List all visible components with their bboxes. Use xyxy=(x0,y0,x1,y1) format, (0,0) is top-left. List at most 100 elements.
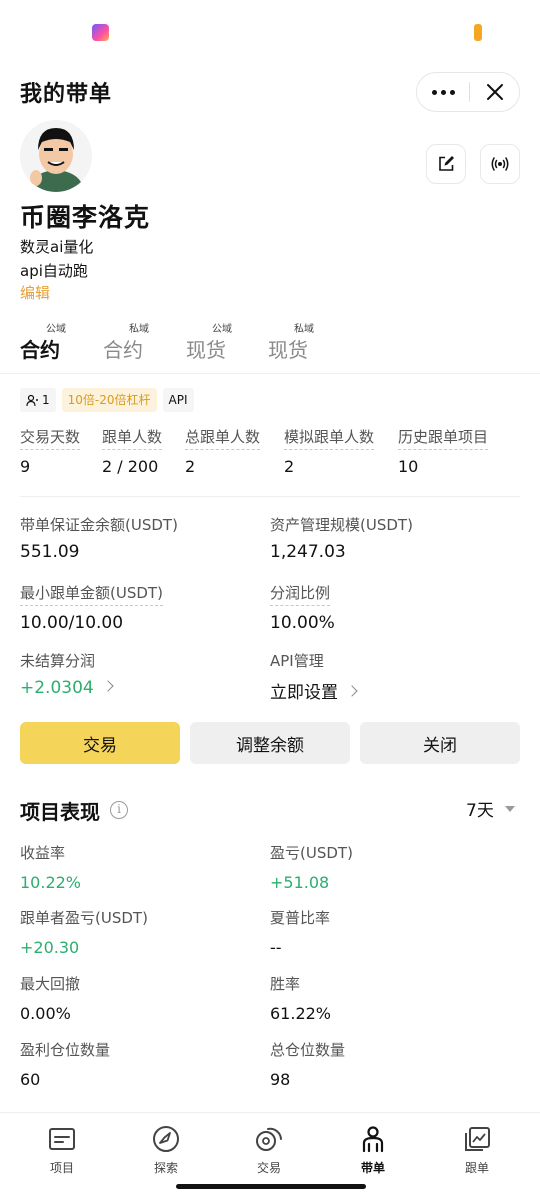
edit-profile-button[interactable] xyxy=(426,144,466,184)
follower-count: 1 xyxy=(42,393,50,407)
stat-value: 9 xyxy=(20,457,31,476)
info-value: 551.09 xyxy=(20,542,80,562)
leverage-tag: 10倍-20倍杠杆 xyxy=(61,388,157,412)
adjust-balance-button[interactable]: 调整余额 xyxy=(190,722,350,764)
profile-section: 币圈李洛克 数灵ai量化 api自动跑 编辑 xyxy=(0,116,540,316)
profit-share-ratio: 分润比例 10.00% xyxy=(270,582,335,633)
stat-simulated-copiers: 模拟跟单人数 2 xyxy=(284,426,375,476)
copy-icon xyxy=(465,1127,490,1151)
perf-copier-pnl: 跟单者盈亏(USDT) +20.30 xyxy=(20,907,148,957)
stat-value: 2 xyxy=(185,457,196,476)
perf-pnl: 盈亏(USDT) +51.08 xyxy=(270,842,353,892)
nav-label: 交易 xyxy=(256,1161,281,1175)
nav-item-lead[interactable]: 带单 xyxy=(333,1123,413,1183)
nav-item-explore[interactable]: 探索 xyxy=(126,1123,206,1183)
stat-value: 2 xyxy=(284,457,295,476)
api-tag: API xyxy=(162,388,194,412)
page-header: 我的带单 xyxy=(0,68,540,116)
broadcast-icon xyxy=(491,157,509,171)
trade-icon xyxy=(256,1127,282,1151)
tab-label: 现货 xyxy=(186,338,226,362)
perf-value: 60 xyxy=(20,1070,41,1089)
mini-program-capsule xyxy=(416,72,520,112)
close-lead-button[interactable]: 关闭 xyxy=(360,722,520,764)
perf-label: 盈亏(USDT) xyxy=(270,844,353,862)
edit-bio-link[interactable]: 编辑 xyxy=(20,282,50,303)
chevron-right-icon xyxy=(346,685,358,697)
info-value: 立即设置 xyxy=(270,678,358,703)
perf-value: 0.00% xyxy=(20,1004,71,1023)
tab-label: 现货 xyxy=(268,338,308,362)
info-icon[interactable]: i xyxy=(110,801,128,819)
trade-button[interactable]: 交易 xyxy=(20,722,180,764)
perf-value: -- xyxy=(270,938,282,957)
stat-label: 历史跟单项目 xyxy=(398,426,489,450)
tab-scope-label: 私域 xyxy=(129,324,149,335)
info-label: 未结算分润 xyxy=(20,652,96,670)
perf-win-rate: 胜率 61.22% xyxy=(270,973,331,1023)
tab-contract-public[interactable]: 公域 合约 xyxy=(20,318,66,374)
close-button[interactable] xyxy=(470,73,520,111)
info-label: 分润比例 xyxy=(270,582,331,606)
avatar[interactable] xyxy=(20,120,92,192)
section-title: 项目表现 xyxy=(20,800,100,824)
battery-icon xyxy=(474,24,482,41)
tab-contract-private[interactable]: 私域 合约 xyxy=(103,318,149,374)
perf-label: 最大回撤 xyxy=(20,975,81,993)
nav-item-project[interactable]: 项目 xyxy=(22,1123,102,1183)
avatar-illustration xyxy=(20,120,92,192)
stat-total-copiers: 总跟单人数 2 xyxy=(185,426,261,476)
perf-value: 10.22% xyxy=(20,873,82,892)
info-label: 带单保证金余额(USDT) xyxy=(20,516,178,534)
tag-row: 1 10倍-20倍杠杆 API xyxy=(20,388,194,412)
info-label: 资产管理规模(USDT) xyxy=(270,516,413,534)
period-selector[interactable]: 7天 xyxy=(466,796,494,821)
more-dot-icon xyxy=(440,89,446,95)
perf-max-drawdown: 最大回撤 0.00% xyxy=(20,973,80,1023)
api-management[interactable]: API管理 立即设置 xyxy=(270,650,358,703)
api-setup-link[interactable]: 立即设置 xyxy=(270,683,338,703)
lead-icon xyxy=(362,1126,384,1153)
nav-item-trade[interactable]: 交易 xyxy=(229,1123,309,1183)
info-value: 10.00% xyxy=(270,613,335,633)
perf-label: 胜率 xyxy=(270,975,301,993)
perf-roi: 收益率 10.22% xyxy=(20,842,81,892)
stats-row: 交易天数 9 跟单人数 2 / 200 总跟单人数 2 模拟跟单人数 2 历史跟… xyxy=(0,426,540,486)
more-dot-icon xyxy=(431,89,437,95)
tab-spot-public[interactable]: 公域 现货 xyxy=(186,318,232,374)
min-copy-amount: 最小跟单金额(USDT) 10.00/10.00 xyxy=(20,582,163,633)
perf-label: 跟单者盈亏(USDT) xyxy=(20,909,148,927)
nav-label: 探索 xyxy=(153,1161,178,1175)
perf-sharpe-ratio: 夏普比率 -- xyxy=(270,907,330,957)
nav-item-copy[interactable]: 跟单 xyxy=(437,1123,517,1183)
home-indicator xyxy=(176,1184,366,1189)
tab-scope-label: 公域 xyxy=(46,324,66,335)
chevron-down-icon[interactable] xyxy=(505,806,515,812)
info-value: 10.00/10.00 xyxy=(20,613,124,633)
perf-value: +51.08 xyxy=(270,873,330,892)
broadcast-button[interactable] xyxy=(480,144,520,184)
compass-icon xyxy=(153,1126,179,1152)
unsettled-profit-share[interactable]: 未结算分润 +2.0304 xyxy=(20,650,114,698)
perf-label: 夏普比率 xyxy=(270,909,331,927)
tab-spot-private[interactable]: 私域 现货 xyxy=(268,318,314,374)
perf-value: +20.30 xyxy=(20,938,80,957)
stat-label: 交易天数 xyxy=(20,426,81,450)
perf-label: 总仓位数量 xyxy=(270,1041,346,1059)
market-tabs: 公域 合约 私域 合约 公域 现货 私域 现货 xyxy=(0,318,540,374)
margin-balance: 带单保证金余额(USDT) 551.09 xyxy=(20,514,178,562)
unsettled-amount: +2.0304 xyxy=(20,678,94,698)
perf-label: 收益率 xyxy=(20,844,66,862)
stat-label: 总跟单人数 xyxy=(185,426,261,450)
assets-under-management: 资产管理规模(USDT) 1,247.03 xyxy=(270,514,413,562)
more-options-button[interactable] xyxy=(417,73,469,111)
stat-copiers: 跟单人数 2 / 200 xyxy=(102,426,163,476)
stat-label: 模拟跟单人数 xyxy=(284,426,375,450)
info-label: API管理 xyxy=(270,652,324,670)
perf-total-positions: 总仓位数量 98 xyxy=(270,1039,345,1089)
nav-label: 跟单 xyxy=(464,1161,489,1175)
stat-label: 跟单人数 xyxy=(102,426,163,450)
tab-label: 合约 xyxy=(103,338,143,362)
nickname: 币圈李洛克 xyxy=(20,203,151,232)
performance-header: 项目表现 i 7天 xyxy=(0,794,540,826)
